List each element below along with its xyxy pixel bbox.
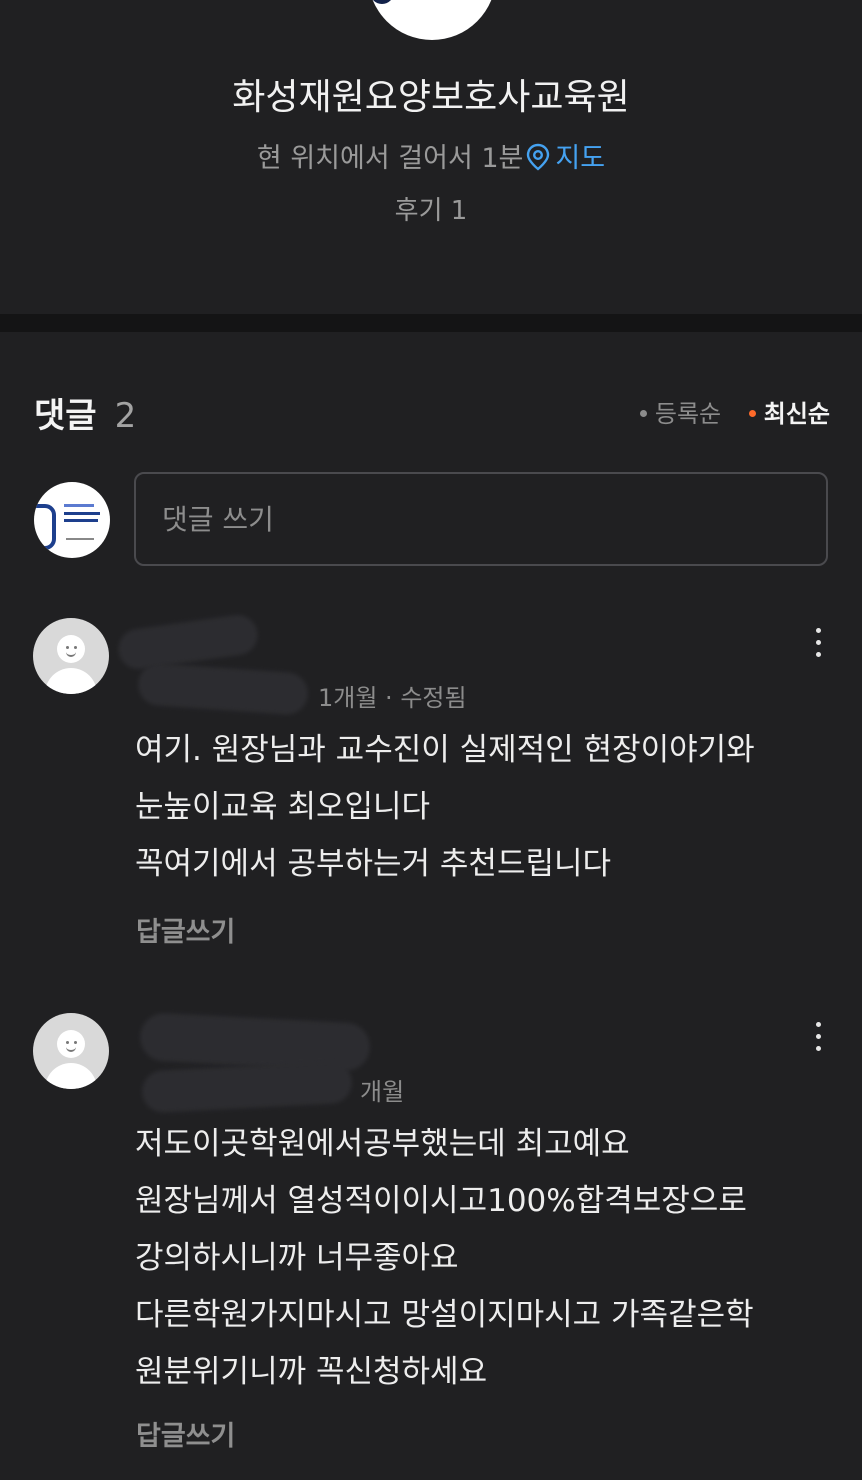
avatar-body [45,668,97,694]
place-title: 화성재원요양보호사교육원 [232,77,630,118]
review-count[interactable]: 후기 1 [0,190,862,227]
comment-meta: 개월 [360,1078,405,1106]
default-avatar-icon [57,1030,85,1058]
redaction-scribble [136,662,310,716]
my-avatar [34,482,110,558]
avatar-eye [66,1041,69,1044]
avatar-eye [74,646,77,649]
commenter-avatar[interactable] [33,1013,109,1089]
avatar-eye [66,646,69,649]
comments-title: 댓글 [34,396,97,436]
default-avatar-icon [57,635,85,663]
section-divider [0,314,862,332]
more-vertical-icon[interactable] [806,1022,830,1058]
logo-mark [370,0,394,4]
reply-button[interactable]: 답글쓰기 [136,1414,235,1453]
comment-body: 여기. 원장님과 교수진이 실제적인 현장이야기와 눈높이교육 최오입니다 꼭여… [135,732,755,882]
comment-body: 저도이곳학원에서공부했는데 최고예요 원장님께서 열성적이이시고100%합격보장… [135,1126,754,1390]
sort-dot [748,410,756,417]
comments-header: 댓글 2 등록순 최신순 [34,388,830,436]
sort-newest-label: 최신순 [763,400,830,428]
avatar-logo-line [66,538,94,540]
avatar-body [45,1063,97,1089]
sort-options: 등록순 최신순 [620,394,830,429]
location-pin-icon[interactable] [525,143,551,171]
commenter-avatar[interactable] [33,618,109,694]
distance-text: 현 위치에서 걸어서 1분 [256,143,524,174]
map-link[interactable]: 지도 [555,143,605,174]
comment-input[interactable] [134,472,828,566]
avatar-eye [74,1041,77,1044]
redaction-scribble [141,1060,353,1114]
sort-newest[interactable]: 최신순 [748,400,830,428]
place-header: 화성재원요양보호사교육원 현 위치에서 걸어서 1분 지도 후기 1 [0,0,862,314]
place-logo[interactable] [368,0,496,40]
more-vertical-icon[interactable] [806,628,830,664]
avatar-logo-line [64,504,94,507]
avatar-logo-line [64,512,100,515]
sort-oldest[interactable]: 등록순 [639,400,722,428]
reply-button[interactable]: 답글쓰기 [136,910,235,949]
sort-oldest-label: 등록순 [654,400,722,428]
comment-meta: 1개월 · 수정됨 [318,684,467,712]
avatar-logo-line [64,519,98,522]
avatar-logo-mark [34,504,56,550]
place-location-row: 현 위치에서 걸어서 1분 지도 [0,136,862,175]
redaction-scribble [115,612,261,672]
sort-dot [639,410,647,417]
comments-count: 2 [114,396,137,436]
